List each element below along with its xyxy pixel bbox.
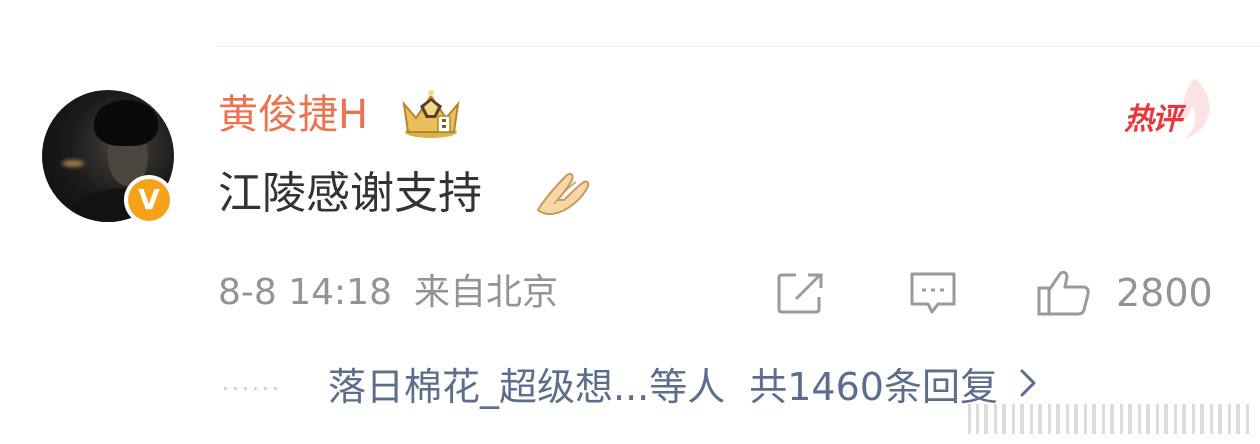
- replies-preview-users[interactable]: 落日棉花_超级想...等人: [328, 356, 725, 411]
- verified-badge: V: [124, 175, 174, 225]
- replies-summary-link[interactable]: ...... 落日棉花_超级想...等人 共1460条回复: [222, 356, 1040, 410]
- username-link[interactable]: 黄俊捷H: [218, 88, 368, 142]
- hot-comment-badge: 热评: [1116, 72, 1216, 144]
- comment-icon: [910, 272, 956, 314]
- replies-ellipsis: ......: [222, 370, 282, 396]
- replies-total-count[interactable]: 共1460条回复: [749, 356, 998, 411]
- verified-badge-label: V: [128, 179, 170, 221]
- comment-time: 8-8 14:18: [218, 272, 392, 313]
- praying-hands-emoji: [536, 172, 590, 216]
- like-icon: [1037, 270, 1090, 316]
- like-button[interactable]: 2800: [1036, 266, 1213, 320]
- like-count: 2800: [1116, 271, 1213, 315]
- comment-button[interactable]: [908, 266, 958, 320]
- comment-location: 来自北京: [414, 272, 559, 313]
- chevron-right-icon: [1020, 369, 1036, 397]
- comment-meta: 8-8 14:18 来自北京: [218, 266, 558, 320]
- crown-badge-icon: [402, 90, 460, 138]
- comment-text: 江陵感谢支持: [218, 168, 482, 219]
- avatar-hair: [94, 100, 158, 146]
- top-divider: [216, 46, 1260, 47]
- hot-comment-label: 热评: [1124, 102, 1182, 137]
- share-icon: [777, 273, 823, 314]
- watermark: [968, 404, 1249, 434]
- share-button[interactable]: [776, 266, 826, 320]
- avatar-background-light: [62, 160, 84, 167]
